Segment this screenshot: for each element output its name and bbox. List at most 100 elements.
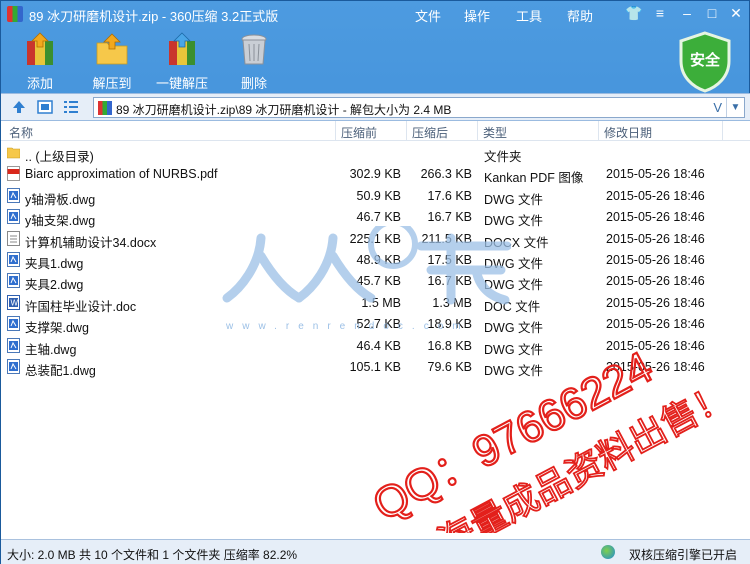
skin-icon[interactable]: 👕 — [625, 5, 643, 21]
file-name: y轴滑板.dwg — [25, 192, 96, 207]
file-row[interactable]: Biarc approximation of NURBS.pdf 302.9 KB… — [1, 163, 750, 186]
file-row[interactable]: 计算机辅助设计34.docx 225.1 KB 211.5 KB DOCX 文件 201… — [1, 228, 750, 250]
path-v-marker: V — [713, 100, 722, 115]
file-type: DWG 文件 — [484, 257, 544, 271]
file-compressed-size: 266.3 KB — [420, 167, 472, 182]
file-compressed-size: 16.7 KB — [427, 210, 472, 225]
toolbar: 添加 解压到 一键解压 删除 — [1, 27, 750, 93]
add-label: 添加 — [26, 76, 53, 91]
menu-operation[interactable]: 操作 — [464, 6, 490, 25]
file-type: DWG 文件 — [484, 214, 544, 229]
svg-text:W: W — [11, 298, 19, 307]
file-type: DWG 文件 — [484, 364, 544, 378]
close-icon[interactable]: ✕ — [727, 5, 745, 21]
engine-logo-icon — [601, 545, 615, 559]
col-modified-date[interactable]: 修改日期 — [604, 124, 652, 141]
file-compressed-size: 17.6 KB — [427, 188, 472, 203]
one-click-extract-button[interactable]: 一键解压 — [147, 31, 217, 92]
title-bar: 89 冰刀研磨机设计.zip - 360压缩 3.2正式版 文件 操作 工具 帮… — [1, 1, 750, 27]
path-input[interactable]: 89 冰刀研磨机设计.zip\89 冰刀研磨机设计 - 解包大小为 2.4 MB… — [93, 97, 745, 118]
menu-icon[interactable]: ≡ — [651, 5, 669, 21]
watermark-url: www.renrendoc.com — [226, 321, 470, 332]
dwg-icon — [7, 187, 20, 203]
file-modified-date: 2015-05-26 18:46 — [606, 317, 705, 332]
extract-to-button[interactable]: 解压到 — [77, 31, 147, 92]
security-badge-label: 安全 — [689, 52, 720, 69]
file-row[interactable]: 主轴.dwg 46.4 KB 16.8 KB DWG 文件 2015-05-26 18:… — [1, 335, 750, 357]
dwg-icon — [7, 209, 20, 225]
engine-status: 双核压缩引擎已开启 — [628, 548, 737, 562]
file-modified-date: 2015-05-26 18:46 — [606, 360, 705, 374]
add-button[interactable]: 添加 — [5, 31, 75, 92]
status-summary: 大小: 2.0 MB 共 10 个文件和 1 个文件夹 压缩率 82.2% — [7, 548, 298, 562]
file-compressed-size: 16.8 KB — [427, 338, 472, 353]
up-arrow-icon[interactable] — [11, 99, 27, 115]
file-original-size: 48.9 KB — [356, 253, 401, 267]
add-icon — [27, 32, 53, 65]
col-original-size[interactable]: 压缩前 — [341, 124, 377, 141]
path-dropdown-icon[interactable]: ▼ — [726, 98, 744, 117]
file-name: Biarc approximation of NURBS.pdf — [25, 167, 218, 182]
file-row[interactable]: 夹具1.dwg 48.9 KB 17.5 KB DWG 文件 2015-05-26 18… — [1, 249, 750, 271]
file-modified-date: 2015-05-26 18:46 — [606, 338, 705, 353]
file-name: 夹具2.dwg — [25, 278, 84, 293]
file-original-size: 46.4 KB — [356, 338, 401, 353]
col-type[interactable]: 类型 — [483, 124, 507, 141]
zip-app-icon — [7, 6, 23, 22]
delete-label: 删除 — [240, 76, 267, 91]
file-type: DWG 文件 — [484, 342, 544, 357]
doc-icon: W — [7, 294, 20, 310]
file-type: 文件夹 — [484, 150, 522, 164]
file-modified-date: 2015-05-26 18:46 — [606, 167, 705, 182]
dwg-icon — [7, 316, 20, 332]
list-view-icon[interactable] — [63, 99, 79, 115]
minimize-icon[interactable]: – — [678, 5, 696, 21]
parent-directory-row[interactable]: .. (上级目录) 文件夹 — [1, 142, 750, 164]
file-row[interactable]: y轴滑板.dwg 50.9 KB 17.6 KB DWG 文件 2015-05-26 1… — [1, 185, 750, 207]
dwg-icon — [7, 359, 20, 374]
col-compressed-size[interactable]: 压缩后 — [412, 124, 448, 141]
file-modified-date: 2015-05-26 18:46 — [606, 210, 705, 225]
file-type: DWG 文件 — [484, 192, 544, 207]
menu-file[interactable]: 文件 — [415, 6, 441, 25]
window-title: 89 冰刀研磨机设计.zip - 360压缩 3.2正式版 — [29, 9, 279, 24]
file-original-size: 45.7 KB — [356, 274, 401, 289]
one-click-extract-label: 一键解压 — [155, 76, 208, 91]
col-name[interactable]: 名称 — [9, 124, 33, 141]
delete-button[interactable]: 删除 — [219, 31, 289, 92]
file-original-size: 1.5 MB — [361, 295, 401, 310]
file-original-size: 50.9 KB — [356, 188, 401, 203]
file-name: 计算机辅助设计34.docx — [25, 235, 157, 250]
file-type: DWG 文件 — [484, 278, 544, 293]
status-bar: 大小: 2.0 MB 共 10 个文件和 1 个文件夹 压缩率 82.2% 双核… — [1, 539, 750, 564]
menu-help[interactable]: 帮助 — [567, 6, 593, 25]
file-name: 主轴.dwg — [25, 342, 77, 357]
file-row[interactable]: y轴支架.dwg 46.7 KB 16.7 KB DWG 文件 2015-05-26 1… — [1, 206, 750, 229]
folder-icon — [7, 147, 20, 159]
file-original-size: 46.7 KB — [356, 210, 401, 225]
extract-folder-icon — [96, 33, 128, 65]
file-modified-date: 2015-05-26 18:46 — [606, 188, 705, 203]
dwg-icon — [7, 252, 20, 267]
path-text: 89 冰刀研磨机设计.zip\89 冰刀研磨机设计 - 解包大小为 2.4 MB — [116, 103, 452, 117]
file-modified-date: 2015-05-26 18:46 — [606, 231, 705, 246]
file-row[interactable]: 总装配1.dwg 105.1 KB 79.6 KB DWG 文件 2015-05-26 … — [1, 356, 750, 378]
file-row[interactable]: 夹具2.dwg 45.7 KB 16.7 KB DWG 文件 2015-05-26 18… — [1, 270, 750, 293]
file-type: Kankan PDF 图像 — [484, 171, 584, 186]
file-name: 支撑架.dwg — [25, 321, 89, 336]
menu-tools[interactable]: 工具 — [516, 6, 542, 25]
dwg-icon — [7, 337, 20, 353]
address-bar: 89 冰刀研磨机设计.zip\89 冰刀研磨机设计 - 解包大小为 2.4 MB… — [1, 93, 750, 121]
security-badge[interactable]: 安全 — [677, 31, 733, 93]
file-name: 许国柱毕业设计.doc — [25, 299, 137, 314]
file-row[interactable]: W 许国柱毕业设计.doc 1.5 MB 1.3 MB DOC 文件 2015-05-26… — [1, 292, 750, 314]
file-compressed-size: 211.5 KB — [421, 231, 472, 246]
large-icon-view-icon[interactable] — [37, 99, 53, 115]
maximize-icon[interactable]: □ — [703, 5, 721, 21]
file-modified-date: 2015-05-26 18:46 — [606, 274, 705, 289]
file-compressed-size: 79.6 KB — [427, 360, 472, 374]
file-original-size: 105.1 KB — [349, 360, 401, 374]
file-type: DOCX 文件 — [484, 235, 549, 250]
file-name: 夹具1.dwg — [25, 257, 84, 271]
trash-icon — [241, 34, 267, 65]
